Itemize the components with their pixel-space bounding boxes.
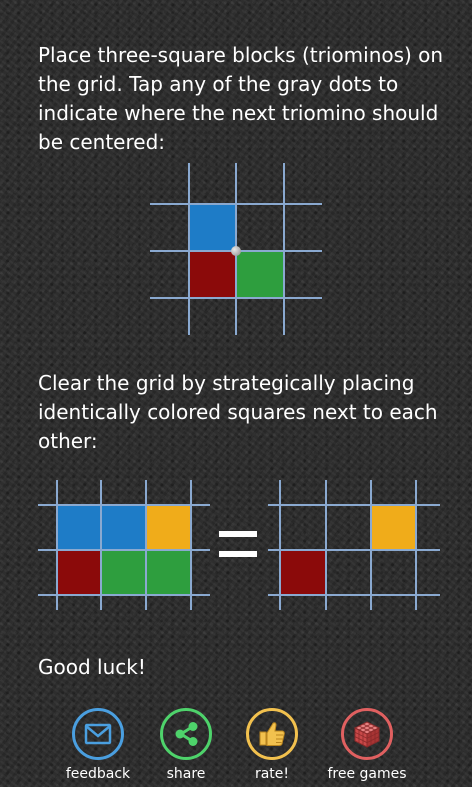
grid-cell-red <box>58 551 100 594</box>
rate-button[interactable]: rate! <box>222 708 322 782</box>
grid-line-horizontal <box>150 297 322 299</box>
share-icon <box>175 722 198 746</box>
grid-cell-green <box>102 551 145 594</box>
grid-cell-blue <box>102 506 145 549</box>
intro-instructions: Place three-square blocks (triominos) on… <box>38 43 444 154</box>
center-dot[interactable] <box>231 246 241 256</box>
free-games-circle[interactable] <box>341 708 393 760</box>
thumbs-up-icon <box>259 722 285 746</box>
share-circle[interactable] <box>160 708 212 760</box>
bottom-toolbar: feedback share rate! free games <box>0 708 472 787</box>
grid-line-horizontal <box>268 594 440 596</box>
equals-sign <box>219 531 257 557</box>
grid-line-horizontal <box>150 203 322 205</box>
grid-line-horizontal <box>38 594 210 596</box>
free-games-button[interactable]: free games <box>317 708 417 782</box>
grid-cell-green <box>147 551 190 594</box>
grid-cell-blue <box>58 506 100 549</box>
grid-cell-blue <box>190 205 235 250</box>
placement-example-diagram <box>150 163 322 335</box>
grid-cell-red <box>281 551 325 594</box>
rate-circle[interactable] <box>246 708 298 760</box>
clear-instructions: Clear the grid by strategically placing … <box>38 371 438 453</box>
grid-cell-yellow <box>372 506 415 549</box>
grid-cell-green <box>237 252 283 297</box>
share-label: share <box>166 766 206 782</box>
feedback-label: feedback <box>65 766 131 782</box>
grid-cell-yellow <box>147 506 190 549</box>
good-luck-text: Good luck! <box>38 655 146 679</box>
grid-line-vertical <box>325 480 327 610</box>
grid-line-vertical <box>283 163 285 335</box>
rate-label: rate! <box>254 766 290 782</box>
grid-line-vertical <box>415 480 417 610</box>
feedback-button[interactable]: feedback <box>48 708 148 782</box>
envelope-icon <box>84 723 112 745</box>
grid-cell-red <box>190 252 235 297</box>
after-clear-diagram <box>268 480 440 610</box>
grid-line-vertical <box>190 480 192 610</box>
cube-icon <box>353 721 381 748</box>
before-clear-diagram <box>38 480 210 610</box>
share-button[interactable]: share <box>136 708 236 782</box>
free-games-label: free games <box>327 766 407 782</box>
feedback-circle[interactable] <box>72 708 124 760</box>
